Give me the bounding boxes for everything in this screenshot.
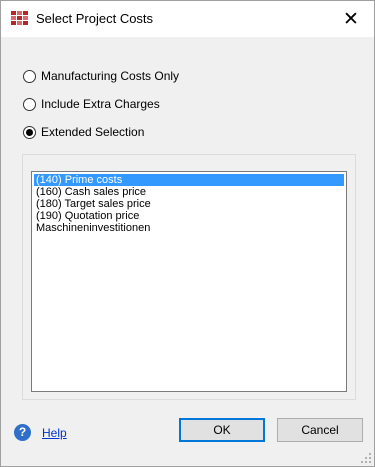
list-item[interactable]: (140) Prime costs [34, 174, 344, 186]
project-costs-listbox[interactable]: (140) Prime costs (160) Cash sales price… [31, 171, 347, 392]
list-item[interactable]: (160) Cash sales price [34, 186, 344, 198]
app-grid-icon [11, 11, 28, 26]
radio-include-extra-charges[interactable]: Include Extra Charges [23, 97, 160, 111]
radio-manufacturing-costs-only[interactable]: Manufacturing Costs Only [23, 69, 179, 83]
dialog-window: Select Project Costs ✕ Manufacturing Cos… [0, 0, 375, 467]
list-item[interactable]: (180) Target sales price [34, 198, 344, 210]
cancel-button[interactable]: Cancel [277, 418, 363, 442]
radio-button-checked[interactable] [23, 125, 36, 139]
radio-button[interactable] [23, 97, 36, 111]
list-item[interactable]: (190) Quotation price [34, 210, 344, 222]
radio-extended-selection[interactable]: Extended Selection [23, 125, 144, 139]
help-link[interactable]: Help [42, 426, 67, 440]
window-title: Select Project Costs [36, 11, 154, 26]
radio-label: Extended Selection [41, 125, 145, 139]
close-icon[interactable]: ✕ [328, 1, 374, 37]
radio-label: Manufacturing Costs Only [41, 69, 180, 83]
radio-label: Include Extra Charges [41, 97, 160, 111]
help-icon[interactable]: ? [14, 424, 31, 441]
resize-grip-icon[interactable] [361, 453, 371, 463]
title-bar[interactable]: Select Project Costs ✕ [1, 1, 374, 37]
ok-button[interactable]: OK [179, 418, 265, 442]
list-item[interactable]: Maschineninvestitionen [34, 222, 344, 234]
radio-button[interactable] [23, 69, 36, 83]
